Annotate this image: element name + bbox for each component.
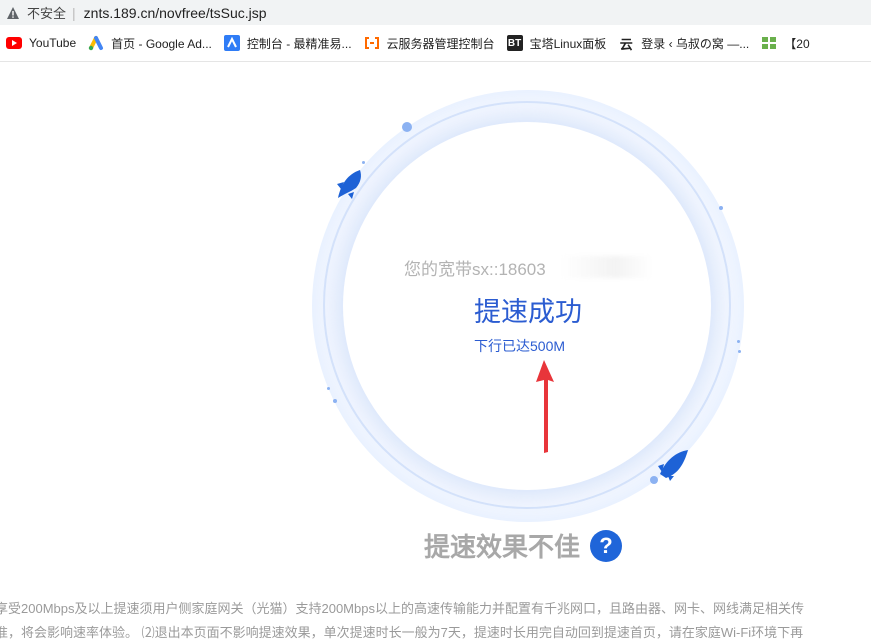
help-link[interactable]: 提速效果不佳 ? <box>424 527 623 564</box>
speed-result-text: 下行已达500M <box>474 338 566 354</box>
green-grid-icon <box>761 35 777 51</box>
address-separator: | <box>72 4 76 21</box>
rocket-icon <box>337 170 361 199</box>
bookmark-label: 云服务器管理控制台 <box>386 36 495 51</box>
bookmark-google-ads[interactable]: 首页 - Google Ad... <box>88 35 212 52</box>
bookmarks-bar: YouTube 首页 - Google Ad... 控制台 - 最精准易... … <box>0 25 871 62</box>
decor-dot <box>738 350 741 353</box>
bookmark-label: 控制台 - 最精准易... <box>246 36 352 51</box>
success-title-text: 提速成功 <box>474 297 582 327</box>
decor-dot <box>362 161 365 164</box>
bookmark-aliyun[interactable]: 云服务器管理控制台 <box>364 35 495 52</box>
success-title: 提速成功 <box>0 290 871 329</box>
bookmark-more[interactable]: 【20 <box>761 35 810 52</box>
decor-dot <box>737 340 740 343</box>
red-arrow-annotation <box>536 360 554 453</box>
console-icon <box>223 35 240 51</box>
bookmark-label: 【20 <box>784 36 810 51</box>
redaction-mask <box>560 256 652 278</box>
decor-dot <box>333 399 337 403</box>
address-bar[interactable]: 不安全 | znts.189.cn/novfree/tsSuc.jsp <box>0 0 871 25</box>
bookmark-label: 宝塔Linux面板 <box>529 36 607 51</box>
bookmark-label: 登录 ‹ 乌叔の窝 —... <box>641 36 750 51</box>
bookmark-wushu[interactable]: 云 登录 ‹ 乌叔の窝 —... <box>618 35 750 52</box>
bookmark-label: YouTube <box>29 36 77 50</box>
decor-dot <box>719 206 723 210</box>
broadband-account-label: 您的宽带sx::18603 <box>404 260 546 279</box>
youtube-icon <box>6 35 22 51</box>
url-text[interactable]: znts.189.cn/novfree/tsSuc.jsp <box>84 5 267 21</box>
bt-icon: BT <box>506 35 523 51</box>
bookmark-youtube[interactable]: YouTube <box>6 35 76 51</box>
rocket-icon <box>658 450 688 481</box>
warning-icon <box>6 6 20 20</box>
notice-line-1: 享受200Mbps及以上提速须用户侧家庭网关（光猫）支持200Mbps以上的高速… <box>0 601 804 616</box>
decor-dot <box>327 387 330 390</box>
yun-icon: 云 <box>619 36 633 52</box>
google-ads-icon <box>88 35 104 51</box>
question-icon[interactable]: ? <box>590 529 623 562</box>
aliyun-icon <box>364 35 380 51</box>
bookmark-console[interactable]: 控制台 - 最精准易... <box>223 35 352 52</box>
help-link-label[interactable]: 提速效果不佳 <box>424 527 580 564</box>
bookmark-label: 首页 - Google Ad... <box>111 36 212 51</box>
decor-dot <box>402 122 412 132</box>
security-label[interactable]: 不安全 <box>27 3 66 22</box>
notice-line-2: 准，将会影响速率体验。 ⑵退出本页面不影响提速效果，单次提速时长一般为7天，提速… <box>0 625 804 640</box>
bookmark-bt[interactable]: BT 宝塔Linux面板 <box>506 35 607 52</box>
